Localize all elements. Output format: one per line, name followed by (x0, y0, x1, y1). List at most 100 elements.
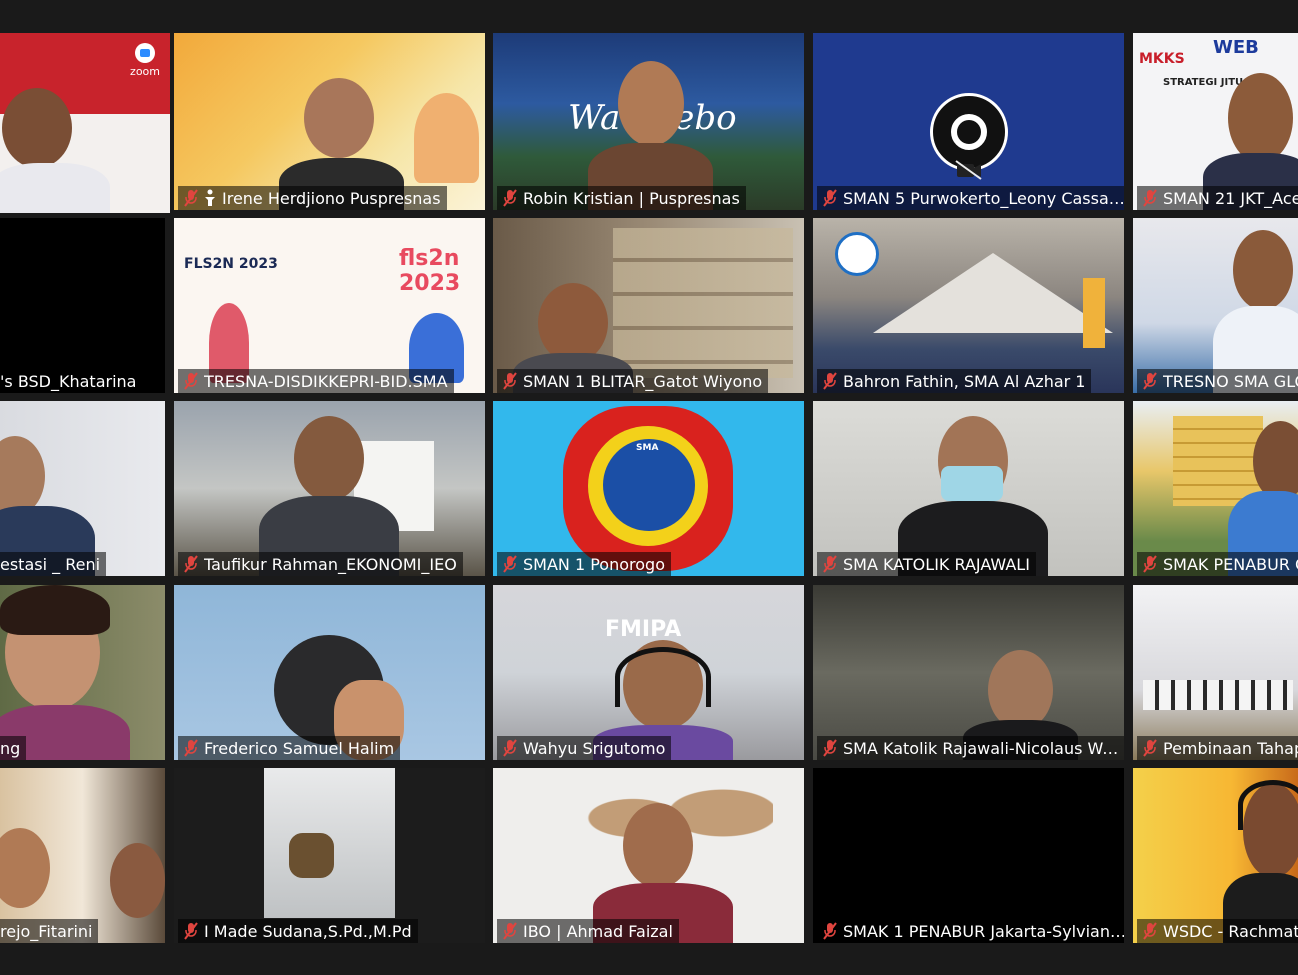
video-tile[interactable]: SMA Katolik Rajawali-Nicolaus Wa... (813, 585, 1124, 760)
participant-name: SMAK PENABUR C (1163, 554, 1298, 574)
zoom-logo-label: zoom (130, 65, 160, 78)
participant-name-tag: TRESNA-DISDIKKEPRI-BID.SMA (178, 369, 454, 393)
participant-name-tag: rejo_Fitarini (0, 919, 99, 943)
video-tile[interactable]: TRESNO SMA GLO (1133, 218, 1298, 393)
participant-head (110, 843, 165, 918)
video-tile[interactable]: FMIPA Wahyu Srigutomo (493, 585, 804, 760)
camera-off-icon (954, 160, 982, 180)
mic-muted-icon (1143, 372, 1157, 390)
participant-name: Taufikur Rahman_EKONOMI_IEO (204, 554, 457, 574)
participant-name-tag: SMAK PENABUR C (1137, 552, 1298, 576)
mic-muted-icon (184, 555, 198, 573)
face-mask (941, 466, 1003, 501)
mic-muted-icon (823, 372, 837, 390)
participant-name: TRESNA-DISDIKKEPRI-BID.SMA (204, 371, 448, 391)
participant-name: SMAN 1 Ponorogo (523, 554, 665, 574)
slide-logo-text: fls2n 2023 (399, 246, 461, 296)
background-banner-text: FMIPA (605, 617, 682, 642)
mic-muted-icon (503, 372, 517, 390)
headset-icon (1238, 780, 1298, 830)
participant-name: SMA KATOLIK RAJAWALI (843, 554, 1030, 574)
participant-name-tag: Robin Kristian | Puspresnas (497, 186, 746, 210)
participant-name: rejo_Fitarini (0, 921, 93, 941)
participant-name-tag: I Made Sudana,S.Pd.,M.Pd (178, 919, 418, 943)
participant-name: Irene Herdjiono Puspresnas (222, 188, 441, 208)
mic-muted-icon (503, 555, 517, 573)
video-tile-active-speaker[interactable]: zoom (0, 33, 170, 213)
mic-muted-icon (1143, 739, 1157, 757)
mic-muted-icon (503, 739, 517, 757)
participant-name-tag: estasi _ Reni (0, 552, 107, 576)
participant-name-tag: IBO | Ahmad Faizal (497, 919, 679, 943)
participant-name-tag: 's BSD_Khatarina (0, 369, 143, 393)
participant-name: 's BSD_Khatarina (0, 371, 137, 391)
participant-name-tag: SMAK 1 PENABUR Jakarta-Sylviana... (817, 919, 1124, 943)
video-tile[interactable]: Bahron Fathin, SMA Al Azhar 1 (813, 218, 1124, 393)
participant-name-tag: ng (0, 736, 27, 760)
participant-head (294, 416, 364, 501)
participant-head (1233, 230, 1293, 310)
mic-muted-icon (1143, 189, 1157, 207)
participant-name: SMAN 5 Purwokerto_Leony Cassan... (843, 188, 1124, 208)
participant-name: SMAN 21 JKT_Ace (1163, 188, 1298, 208)
video-tile[interactable]: 's BSD_Khatarina (0, 218, 165, 393)
video-feed-off (813, 768, 1124, 943)
video-tile[interactable]: estasi _ Reni (0, 401, 165, 576)
participant-name-tag: Taufikur Rahman_EKONOMI_IEO (178, 552, 463, 576)
video-tile[interactable]: FLS2N 2023 fls2n 2023 TRESNA-DISDIKKEPRI… (174, 218, 485, 393)
shelf-background (613, 228, 793, 378)
participant-name-tag: SMA KATOLIK RAJAWALI (817, 552, 1036, 576)
participant-name-tag: TRESNO SMA GLO (1137, 369, 1298, 393)
participant-name: Wahyu Srigutomo (523, 738, 666, 758)
mic-muted-icon (184, 189, 198, 207)
object-in-frame (289, 833, 334, 878)
participant-name-tag: Pembinaan Tahap (1137, 736, 1298, 760)
participant-head (538, 283, 608, 363)
mic-muted-icon (823, 555, 837, 573)
video-tile[interactable]: Frederico Samuel Halim (174, 585, 485, 760)
participant-name: Frederico Samuel Halim (204, 738, 395, 758)
participant-head (304, 78, 374, 158)
video-tile[interactable]: Pembinaan Tahap (1133, 585, 1298, 760)
mic-muted-icon (503, 922, 517, 940)
participant-name: Pembinaan Tahap (1163, 738, 1298, 758)
participant-name: IBO | Ahmad Faizal (523, 921, 673, 941)
video-tile[interactable]: WSDC - Rachmat (1133, 768, 1298, 943)
video-feed-off (0, 218, 165, 393)
mic-muted-icon (823, 922, 837, 940)
mic-muted-icon (503, 189, 517, 207)
background-banner-text: MKKS (1139, 51, 1185, 67)
participant-name-tag: Irene Herdjiono Puspresnas (178, 186, 447, 210)
hair (0, 585, 110, 635)
classroom-students (1143, 680, 1293, 710)
video-tile[interactable]: I Made Sudana,S.Pd.,M.Pd (174, 768, 485, 943)
video-tile[interactable]: SMAN 5 Purwokerto_Leony Cassan... (813, 33, 1124, 210)
participant-name-tag: SMAN 5 Purwokerto_Leony Cassan... (817, 186, 1124, 210)
participant-name-tag: Frederico Samuel Halim (178, 736, 401, 760)
video-gallery: zoom Irene Herdjiono Puspresnas Wa ebo R… (0, 0, 1298, 975)
mic-muted-icon (184, 739, 198, 757)
video-tile[interactable]: WEB MKKS STRATEGI JITU F SMAN 21 JKT_Ace (1133, 33, 1298, 210)
video-tile[interactable]: Irene Herdjiono Puspresnas (174, 33, 485, 210)
video-tile[interactable]: Wa ebo Robin Kristian | Puspresnas (493, 33, 804, 210)
video-tile[interactable]: SMA KATOLIK RAJAWALI (813, 401, 1124, 576)
video-tile[interactable]: SMAN 1 BLITAR_Gatot Wiyono (493, 218, 804, 393)
participant-head (2, 88, 72, 168)
participant-name-tag: SMAN 21 JKT_Ace (1137, 186, 1298, 210)
spotlight-icon (205, 189, 215, 206)
mic-muted-icon (1143, 922, 1157, 940)
video-tile[interactable]: SMA SMAN 1 Ponorogo (493, 401, 804, 576)
video-tile[interactable]: rejo_Fitarini (0, 768, 165, 943)
background-banner-text: WEB (1213, 37, 1259, 58)
video-tile[interactable]: SMAK PENABUR C (1133, 401, 1298, 576)
video-tile[interactable]: SMAK 1 PENABUR Jakarta-Sylviana... (813, 768, 1124, 943)
participant-name-tag: Wahyu Srigutomo (497, 736, 672, 760)
participant-name-tag: SMAN 1 BLITAR_Gatot Wiyono (497, 369, 769, 393)
participant-name: WSDC - Rachmat (1163, 921, 1298, 941)
video-tile[interactable]: ng (0, 585, 165, 760)
participant-head (988, 650, 1053, 730)
video-tile[interactable]: IBO | Ahmad Faizal (493, 768, 804, 943)
participant-name: SMAN 1 BLITAR_Gatot Wiyono (523, 371, 763, 391)
mascot-graphic (414, 93, 479, 183)
video-tile[interactable]: Taufikur Rahman_EKONOMI_IEO (174, 401, 485, 576)
